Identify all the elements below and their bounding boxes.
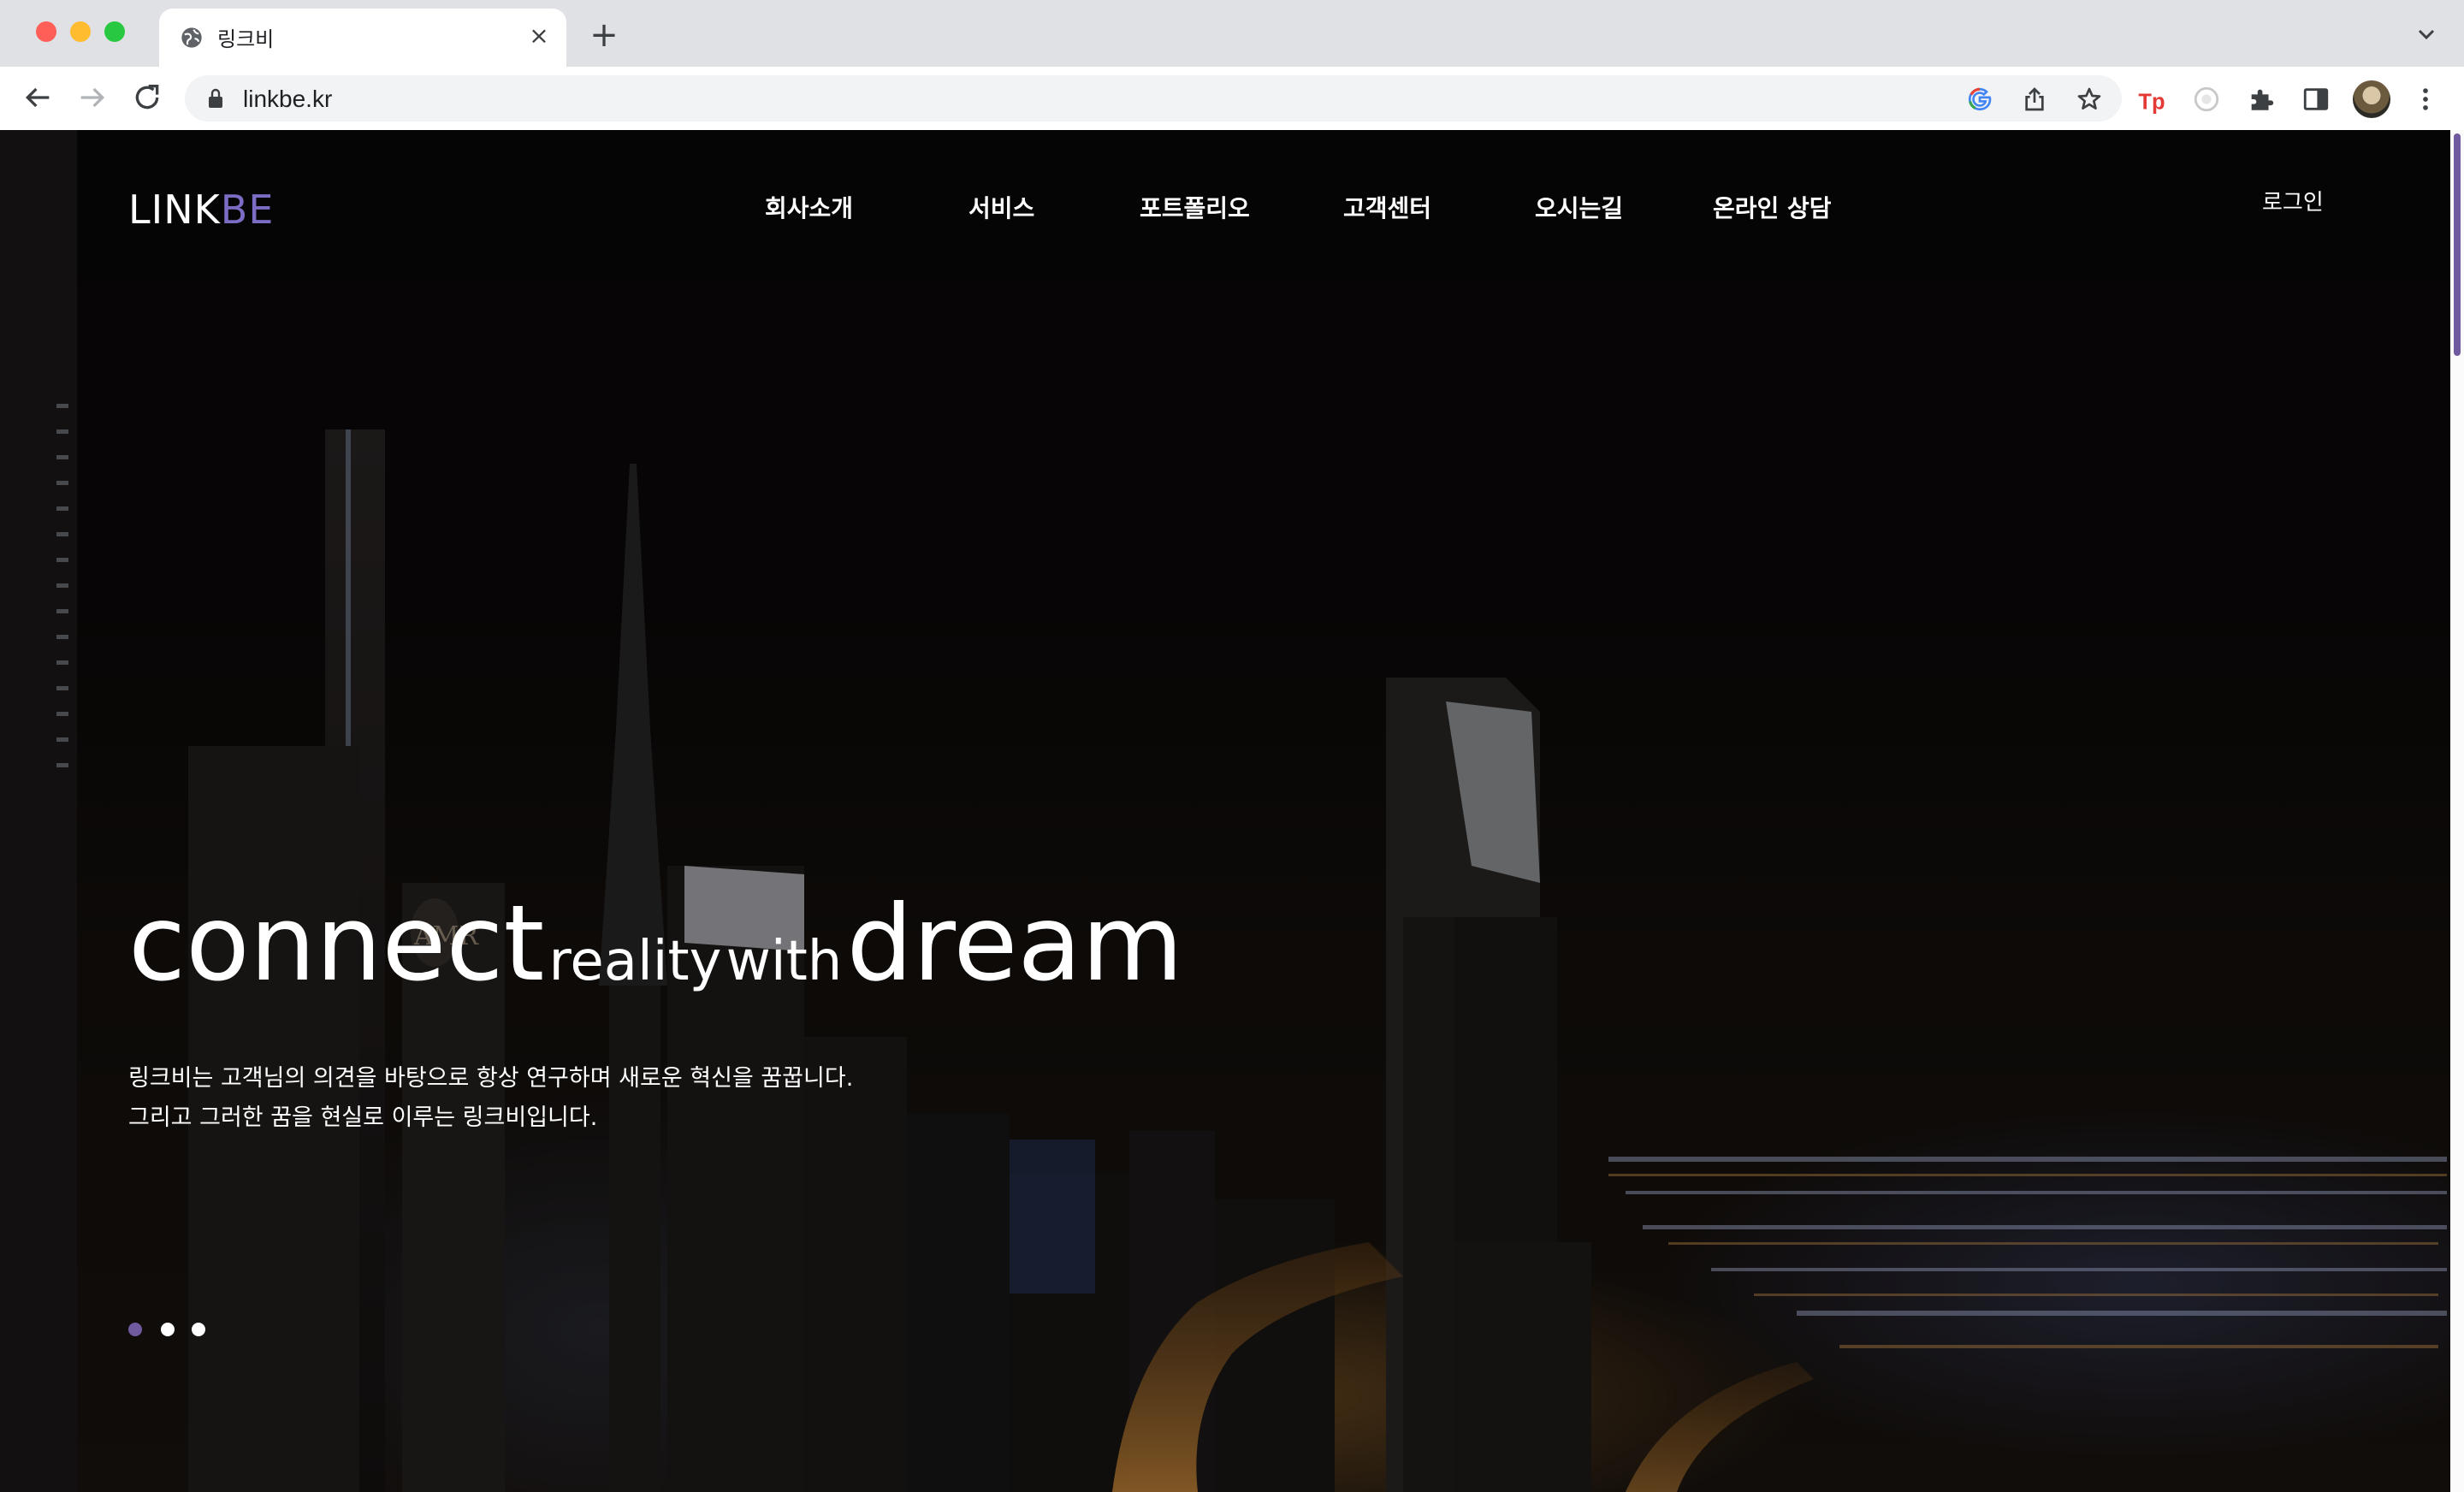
reload-icon[interactable] xyxy=(130,80,164,115)
forward-arrow-icon[interactable] xyxy=(75,80,110,115)
more-menu-icon[interactable] xyxy=(2411,85,2440,114)
nav-item-portfolio[interactable]: 포트폴리오 xyxy=(1140,190,1250,224)
headline-with: with xyxy=(726,930,843,993)
nav-item-customer-center[interactable]: 고객센터 xyxy=(1343,190,1431,224)
chevron-down-icon[interactable] xyxy=(2413,21,2440,48)
window-close-button[interactable] xyxy=(36,21,56,42)
profile-avatar[interactable] xyxy=(2353,80,2390,118)
side-panel-icon[interactable] xyxy=(2301,85,2331,114)
nav-item-online-consult[interactable]: 온라인 상담 xyxy=(1713,190,1832,224)
window-minimize-button[interactable] xyxy=(70,21,91,42)
page-scrollbar[interactable] xyxy=(2450,130,2464,1492)
svg-text:Tp: Tp xyxy=(2138,90,2165,114)
globe-icon xyxy=(181,27,202,48)
logo-text-link: LINK xyxy=(128,186,221,233)
hero-headline: connect reality with dream xyxy=(128,883,1183,1004)
tp-extension-icon[interactable]: Tp xyxy=(2137,85,2166,114)
nav-item-service[interactable]: 서비스 xyxy=(968,190,1034,224)
slide-dot-3[interactable] xyxy=(192,1323,205,1336)
headline-connect: connect xyxy=(128,883,545,1004)
hero-description-line-2: 그리고 그러한 꿈을 현실로 이루는 링크비입니다. xyxy=(128,1104,598,1131)
scrollbar-thumb[interactable] xyxy=(2454,133,2461,356)
tab-close-icon[interactable]: × xyxy=(525,22,553,50)
url-text[interactable]: linkbe.kr xyxy=(243,86,332,113)
logo-text-be: BE xyxy=(220,186,275,233)
browser-toolbar: linkbe.kr Tp xyxy=(0,67,2464,131)
headline-dream: dream xyxy=(846,883,1184,1004)
tab-title: 링크비 xyxy=(217,27,275,51)
google-icon[interactable] xyxy=(1966,86,1993,113)
hero-section: AMR LINKBE 회사소개 서비스 포트폴리오 고객센터 오시는길 온라인 … xyxy=(0,130,2450,1492)
lock-icon[interactable] xyxy=(205,87,226,110)
city-night-background: AMR xyxy=(0,130,2450,1492)
address-bar[interactable]: linkbe.kr xyxy=(185,75,2122,121)
site-logo[interactable]: LINKBE xyxy=(128,186,274,233)
share-icon[interactable] xyxy=(2021,86,2048,113)
slide-dot-1[interactable] xyxy=(128,1323,142,1336)
browser-tab[interactable]: 링크비 × xyxy=(159,9,566,67)
nav-item-company[interactable]: 회사소개 xyxy=(765,190,853,224)
bookmark-star-icon[interactable] xyxy=(2076,86,2103,113)
nav-item-directions[interactable]: 오시는길 xyxy=(1535,190,1623,224)
extensions-puzzle-icon[interactable] xyxy=(2247,85,2276,114)
extension-circle-icon[interactable] xyxy=(2192,85,2221,114)
login-link[interactable]: 로그인 xyxy=(2262,185,2324,216)
window-zoom-button[interactable] xyxy=(104,21,125,42)
hero-description-line-1: 링크비는 고객님의 의견을 바탕으로 항상 연구하며 새로운 혁신을 꿈꿉니다. xyxy=(128,1065,854,1092)
back-arrow-icon[interactable] xyxy=(21,80,55,115)
headline-reality: reality xyxy=(548,930,722,993)
slide-dot-2[interactable] xyxy=(161,1323,175,1336)
new-tab-button[interactable]: + xyxy=(585,17,623,55)
browser-tab-strip: 링크비 × + xyxy=(0,0,2464,67)
hero-description: 링크비는 고객님의 의견을 바탕으로 항상 연구하며 새로운 혁신을 꿈꿉니다.… xyxy=(128,1059,853,1138)
